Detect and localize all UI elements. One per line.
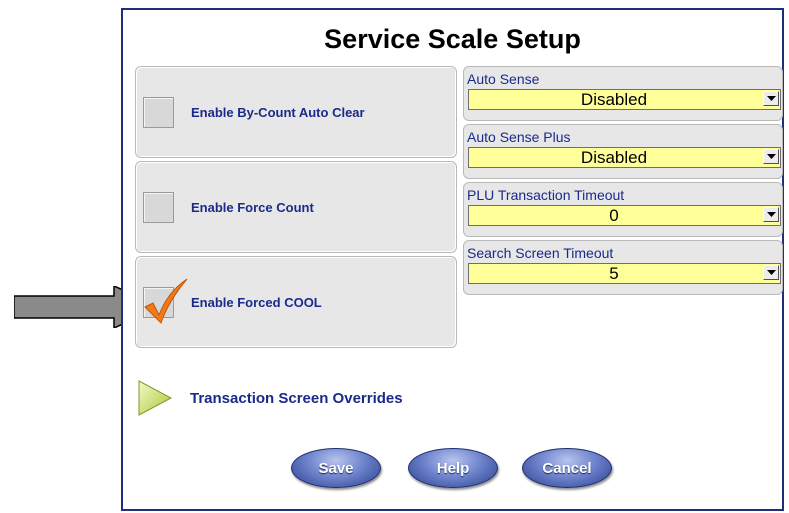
checkmark-icon <box>144 278 188 324</box>
play-arrow-icon <box>138 380 173 416</box>
chevron-down-icon[interactable] <box>763 91 779 106</box>
dropdown-panel-plu-transaction-timeout: PLU Transaction Timeout 0 <box>463 182 783 237</box>
service-scale-setup-window: Service Scale Setup Enable By-Count Auto… <box>121 8 784 511</box>
save-button[interactable]: Save <box>291 448 381 488</box>
checkbox-panel-forced-cool[interactable]: Enable Forced COOL <box>135 256 457 348</box>
dropdown-value: 0 <box>609 206 619 225</box>
dropdown-value: Disabled <box>580 148 648 167</box>
cancel-button[interactable]: Cancel <box>522 448 612 488</box>
dropdown-panel-auto-sense: Auto Sense Disabled <box>463 66 783 121</box>
chevron-down-icon[interactable] <box>763 149 779 164</box>
dropdown-value: Disabled <box>580 90 648 109</box>
dropdown-label: Search Screen Timeout <box>467 245 614 261</box>
checkbox-by-count-auto-clear[interactable] <box>143 97 174 128</box>
help-button[interactable]: Help <box>408 448 498 488</box>
checkbox-panel-by-count-auto-clear[interactable]: Enable By-Count Auto Clear <box>135 66 457 158</box>
transaction-screen-overrides-link[interactable]: Transaction Screen Overrides <box>137 380 457 416</box>
dropdown-value: 5 <box>609 264 619 283</box>
checkbox-label: Enable Force Count <box>191 200 314 215</box>
checkbox-label: Enable Forced COOL <box>191 295 322 310</box>
checkbox-panel-force-count[interactable]: Enable Force Count <box>135 161 457 253</box>
overrides-label: Transaction Screen Overrides <box>190 390 403 407</box>
chevron-down-icon[interactable] <box>763 265 779 280</box>
plu-transaction-timeout-select[interactable]: 0 <box>468 205 781 226</box>
dropdown-label: PLU Transaction Timeout <box>467 187 625 203</box>
chevron-down-icon[interactable] <box>763 207 779 222</box>
dropdown-label: Auto Sense <box>467 71 540 87</box>
auto-sense-select[interactable]: Disabled <box>468 89 781 110</box>
dropdown-panel-auto-sense-plus: Auto Sense Plus Disabled <box>463 124 783 179</box>
checkbox-label: Enable By-Count Auto Clear <box>191 105 365 120</box>
dropdown-panel-search-screen-timeout: Search Screen Timeout 5 <box>463 240 783 295</box>
checkbox-force-count[interactable] <box>143 192 174 223</box>
auto-sense-plus-select[interactable]: Disabled <box>468 147 781 168</box>
page-title: Service Scale Setup <box>324 24 581 54</box>
dropdown-label: Auto Sense Plus <box>467 129 571 145</box>
search-screen-timeout-select[interactable]: 5 <box>468 263 781 284</box>
